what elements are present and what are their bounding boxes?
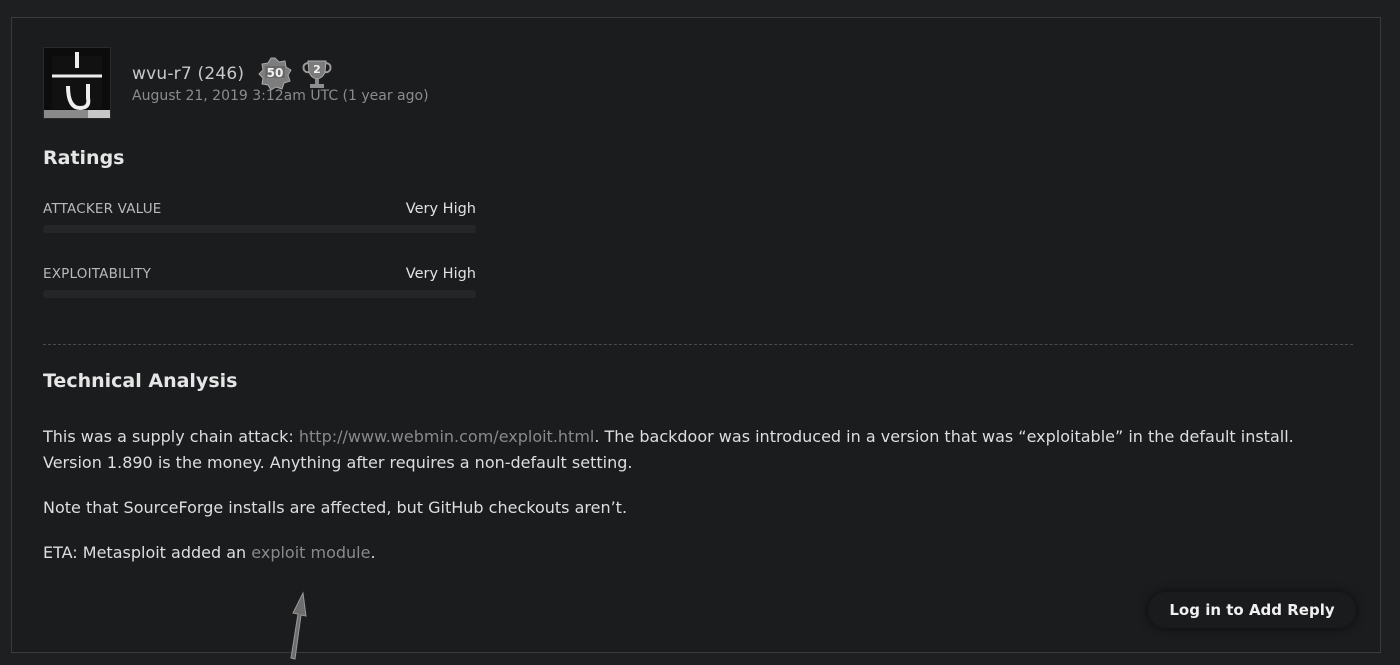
comment-card: wvu-r7 (246) 50 2 August 21, 2019 3:12am… xyxy=(11,17,1381,660)
paragraph-text: This was a supply chain attack: xyxy=(43,427,299,446)
up-arrow-icon xyxy=(290,591,307,660)
avatar-logo-icon xyxy=(44,48,110,118)
ratings-heading: Ratings xyxy=(43,147,125,169)
user-line: wvu-r7 (246) 50 2 xyxy=(132,56,429,92)
analysis-paragraph-3: ETA: Metasploit added an exploit module. xyxy=(43,540,1323,566)
analysis-paragraph-1: This was a supply chain attack: http://w… xyxy=(43,424,1323,476)
badge-count-2: 2 xyxy=(313,63,321,76)
post-header: wvu-r7 (246) 50 2 August 21, 2019 3:12am… xyxy=(43,47,429,119)
rating-exploitability: EXPLOITABILITY Very High xyxy=(43,266,476,298)
username-link[interactable]: wvu-r7 (246) xyxy=(132,64,244,84)
rating-bar-fill xyxy=(43,290,476,298)
avatar[interactable] xyxy=(43,47,111,119)
exploit-module-link[interactable]: exploit module xyxy=(251,543,370,562)
rating-label: EXPLOITABILITY xyxy=(43,266,152,282)
trophy-badge-icon[interactable]: 2 xyxy=(299,56,335,92)
ribbon-badge-icon[interactable]: 50 xyxy=(257,56,293,92)
user-info: wvu-r7 (246) 50 2 August 21, 2019 3:12am… xyxy=(132,47,429,104)
paragraph-text: . xyxy=(370,543,376,562)
post-timestamp: August 21, 2019 3:12am UTC (1 year ago) xyxy=(132,88,429,104)
rating-value: Very High xyxy=(405,201,476,217)
rating-bar-fill xyxy=(43,225,476,233)
paragraph-text: ETA: Metasploit added an xyxy=(43,543,252,562)
rating-label: ATTACKER VALUE xyxy=(43,201,162,217)
rating-bar xyxy=(43,225,476,233)
analysis-paragraph-2: Note that SourceForge installs are affec… xyxy=(43,498,628,517)
webmin-exploit-link[interactable]: http://www.webmin.com/exploit.html xyxy=(299,427,594,446)
add-reply-button[interactable]: Log in to Add Reply xyxy=(1148,592,1356,628)
rating-bar xyxy=(43,290,476,298)
section-divider xyxy=(43,344,1353,345)
technical-analysis-heading: Technical Analysis xyxy=(43,370,238,392)
rating-value: Very High xyxy=(405,266,476,282)
badge-count-50: 50 xyxy=(267,66,284,80)
rating-attacker-value: ATTACKER VALUE Very High xyxy=(43,201,476,233)
